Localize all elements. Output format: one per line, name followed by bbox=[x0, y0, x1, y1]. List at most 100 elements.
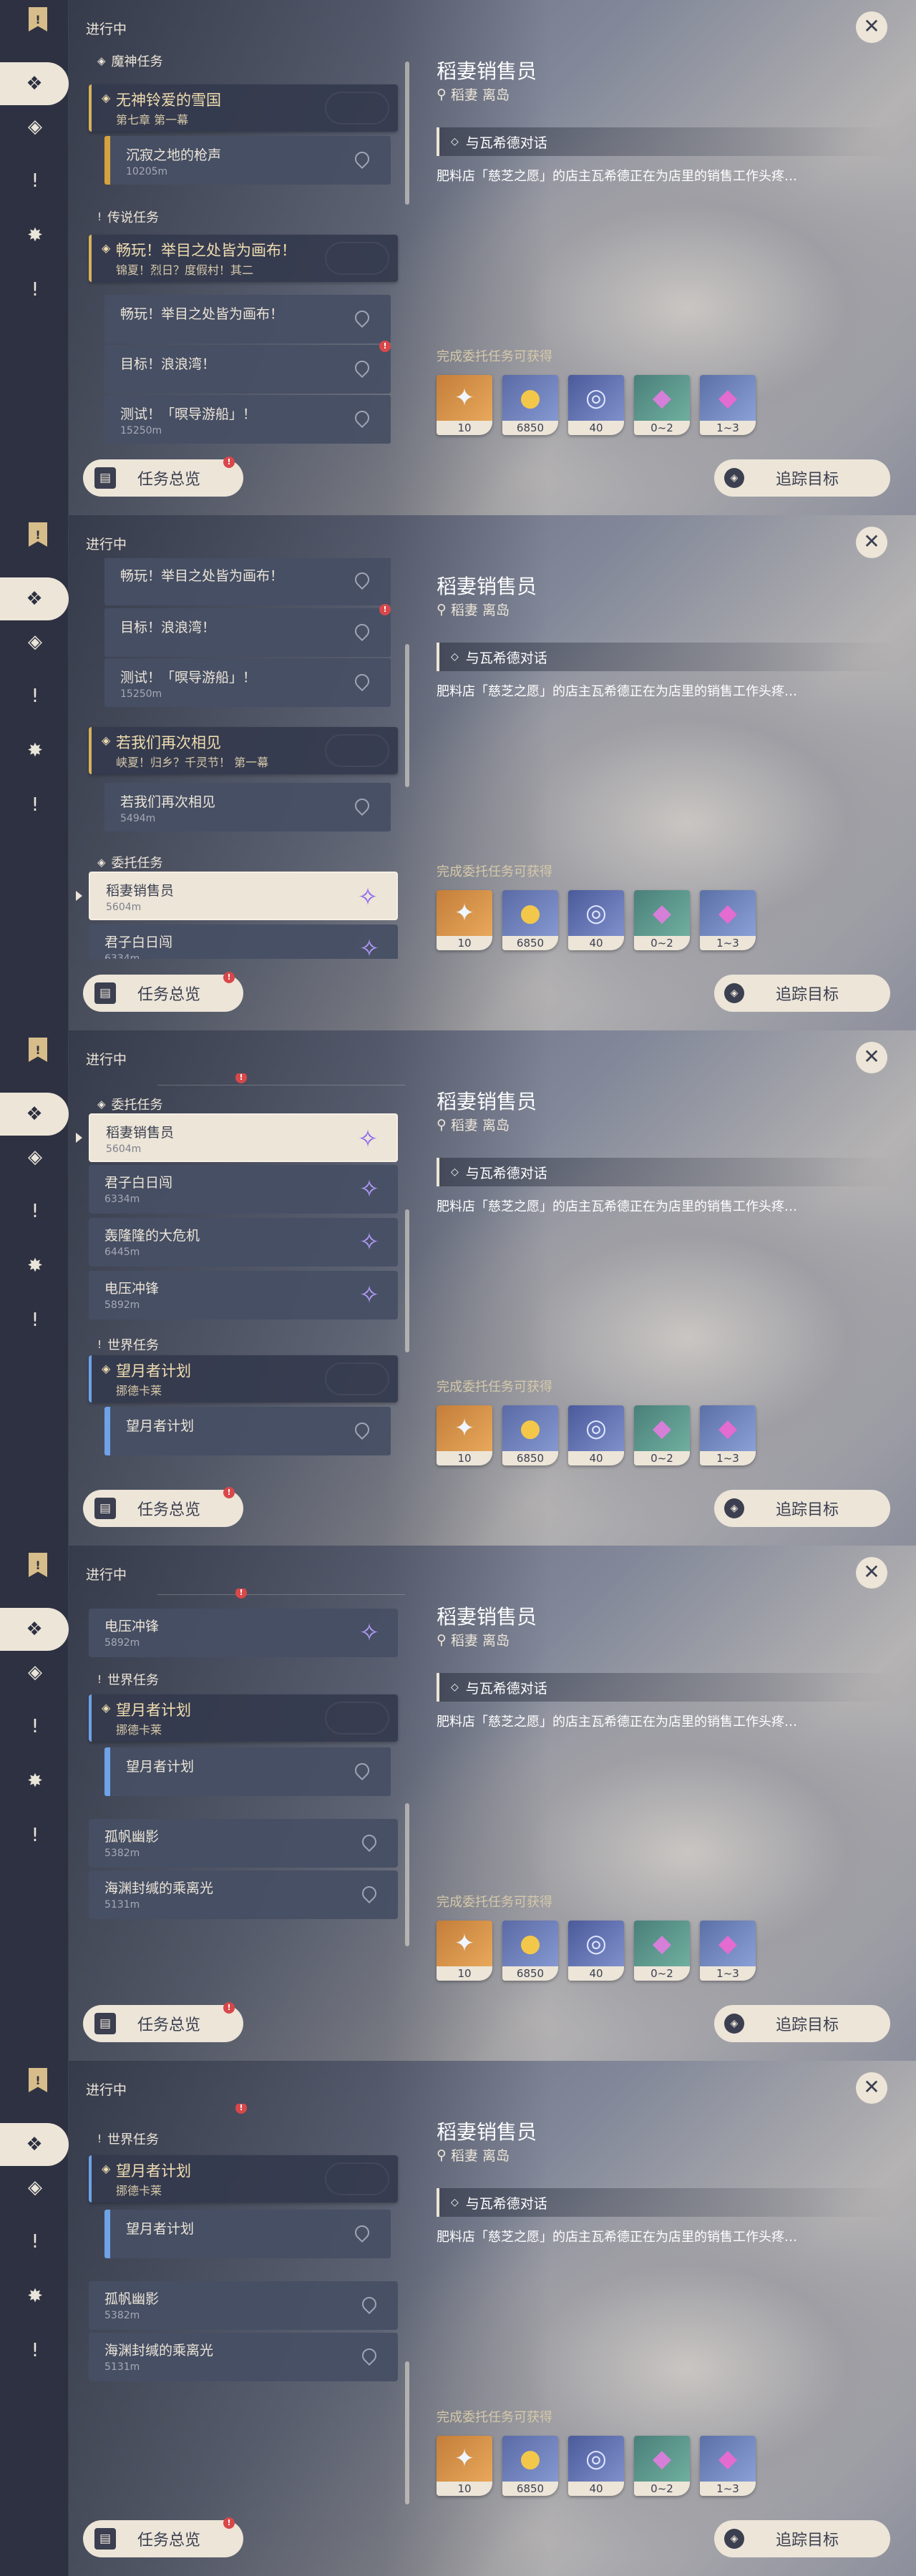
close-button[interactable]: ✕ bbox=[856, 2072, 887, 2104]
commission-comm1[interactable]: 稻妻销售员 5604m ✧ bbox=[89, 872, 398, 920]
quest-world_main[interactable]: ◈ 望月者计划 挪德卡莱 bbox=[89, 1694, 398, 1742]
reward-item[interactable]: ✦ 10 bbox=[437, 1405, 492, 1465]
rail-tab-2[interactable]: ! bbox=[17, 1709, 53, 1745]
quest-step-world_step[interactable]: 望月者计划 bbox=[104, 2210, 391, 2258]
rail-tab-1[interactable]: ◈ bbox=[17, 1654, 53, 1690]
rail-tab-4[interactable]: ! bbox=[17, 787, 53, 823]
rail-tab-2[interactable]: ! bbox=[17, 2224, 53, 2260]
reward-item[interactable]: ● 6850 bbox=[502, 890, 558, 950]
reward-item[interactable]: ✦ 10 bbox=[437, 2436, 492, 2496]
reward-item[interactable]: ◎ 40 bbox=[568, 2436, 624, 2496]
commission-comm2[interactable]: 君子白日闯 6334m ✧ bbox=[89, 1165, 398, 1214]
rail-tab-2[interactable]: ! bbox=[17, 1194, 53, 1229]
rail-tab-3[interactable]: ✸ bbox=[17, 733, 53, 769]
world-quest-world3[interactable]: 海渊封缄的乘离光 5131m bbox=[89, 1870, 398, 1919]
reward-item[interactable]: ◆ 0~2 bbox=[634, 375, 690, 435]
world-quest-world2[interactable]: 孤帆幽影 5382m bbox=[89, 1819, 398, 1868]
quest-archon_main[interactable]: ◈ 无神铃爱的雪国 第七章 第一幕 bbox=[89, 84, 398, 132]
rail-tab-3[interactable]: ✸ bbox=[17, 218, 53, 253]
quest-step-world_step[interactable]: 望月者计划 bbox=[104, 1747, 391, 1796]
reward-item[interactable]: ◆ 0~2 bbox=[634, 2436, 690, 2496]
track-button[interactable]: ◈ 追踪目标 bbox=[714, 2005, 890, 2042]
reward-item[interactable]: ◆ 1~3 bbox=[700, 2436, 756, 2496]
commission-comm3[interactable]: 轰隆隆的大危机 6445m ✧ bbox=[89, 1218, 398, 1267]
quest-step-legend1_step1[interactable]: 畅玩！举目之处皆为画布！ bbox=[104, 558, 391, 605]
rail-tab-4[interactable]: ! bbox=[17, 1818, 53, 1853]
quest-step-world_step[interactable]: 望月者计划 bbox=[104, 1407, 391, 1455]
quest-step-legend1_step3[interactable]: 测试！「暝导游船」！ 15250m bbox=[104, 658, 391, 707]
rail-tab-1[interactable]: ◈ bbox=[17, 109, 53, 145]
rail-tab-3[interactable]: ✸ bbox=[17, 1248, 53, 1284]
reward-item[interactable]: ◎ 40 bbox=[568, 890, 624, 950]
reward-item[interactable]: ● 6850 bbox=[502, 375, 558, 435]
quest-overview-button[interactable]: ▤ 任务总览 ! bbox=[83, 2002, 243, 2042]
reward-item[interactable]: ✦ 10 bbox=[437, 890, 492, 950]
quest-overview-button[interactable]: ▤ 任务总览 ! bbox=[83, 457, 243, 497]
world-quest-world2[interactable]: 孤帆幽影 5382m bbox=[89, 2281, 398, 2330]
quest-list[interactable]: ! ◈ 委托任务 稻妻销售员 5604m ✧ 君子白日闯 6334m ✧ 轰隆隆的… bbox=[69, 1073, 405, 1474]
track-button[interactable]: ◈ 追踪目标 bbox=[714, 1490, 890, 1527]
quest-list[interactable]: 畅玩！举目之处皆为画布！ 目标！浪浪湾！ ! 测试！「暝导游船」！ 15250m… bbox=[69, 558, 405, 959]
reward-item[interactable]: ◆ 1~3 bbox=[700, 890, 756, 950]
rail-tab-2[interactable]: ! bbox=[17, 163, 53, 199]
rail-tab-2[interactable]: ! bbox=[17, 678, 53, 714]
close-button[interactable]: ✕ bbox=[856, 1557, 887, 1589]
list-scrollbar[interactable] bbox=[405, 644, 409, 787]
list-scrollbar[interactable] bbox=[405, 1803, 409, 1946]
quest-step-legend1_step3[interactable]: 测试！「暝导游船」！ 15250m bbox=[104, 395, 391, 444]
reward-item[interactable]: ◎ 40 bbox=[568, 1921, 624, 1981]
reward-item[interactable]: ● 6850 bbox=[502, 1921, 558, 1981]
quest-legend1_main[interactable]: ◈ 畅玩！举目之处皆为画布！ 锦夏！烈日？度假村！其二 bbox=[89, 235, 398, 282]
reward-item[interactable]: ◆ 0~2 bbox=[634, 1921, 690, 1981]
reward-item[interactable]: ● 6850 bbox=[502, 2436, 558, 2496]
rail-tab-0[interactable]: ❖ bbox=[0, 1608, 69, 1651]
rail-tab-3[interactable]: ✸ bbox=[17, 1763, 53, 1799]
world-quest-world3[interactable]: 海渊封缄的乘离光 5131m bbox=[89, 2333, 398, 2381]
quest-world_main[interactable]: ◈ 望月者计划 挪德卡莱 bbox=[89, 2155, 398, 2202]
reward-item[interactable]: ◆ 1~3 bbox=[700, 375, 756, 435]
reward-item[interactable]: ◆ 1~3 bbox=[700, 1405, 756, 1465]
list-scrollbar[interactable] bbox=[405, 62, 409, 205]
quest-step-legend1_step1[interactable]: 畅玩！举目之处皆为画布！ bbox=[104, 295, 391, 343]
reward-item[interactable]: ◆ 0~2 bbox=[634, 1405, 690, 1465]
list-scrollbar[interactable] bbox=[405, 2361, 409, 2504]
rail-tab-1[interactable]: ◈ bbox=[17, 1139, 53, 1175]
quest-world_main[interactable]: ◈ 望月者计划 挪德卡莱 bbox=[89, 1355, 398, 1402]
rail-tab-0[interactable]: ❖ bbox=[0, 2123, 69, 2166]
reward-item[interactable]: ✦ 10 bbox=[437, 375, 492, 435]
track-button[interactable]: ◈ 追踪目标 bbox=[714, 459, 890, 497]
reward-item[interactable]: ◆ 1~3 bbox=[700, 1921, 756, 1981]
track-button[interactable]: ◈ 追踪目标 bbox=[714, 975, 890, 1012]
rail-tab-0[interactable]: ❖ bbox=[0, 577, 69, 620]
rail-tab-1[interactable]: ◈ bbox=[17, 624, 53, 660]
quest-legend2_main[interactable]: ◈ 若我们再次相见 峡夏！归乡？千灵节！ 第一幕 bbox=[89, 727, 398, 774]
quest-step-legend1_step2[interactable]: 目标！浪浪湾！ ! bbox=[104, 341, 391, 394]
commission-comm4[interactable]: 电压冲锋 5892m ✧ bbox=[89, 1271, 398, 1319]
commission-comm4[interactable]: 电压冲锋 5892m ✧ bbox=[89, 1609, 398, 1657]
reward-item[interactable]: ◆ 0~2 bbox=[634, 890, 690, 950]
rail-tab-1[interactable]: ◈ bbox=[17, 2170, 53, 2205]
rail-tab-4[interactable]: ! bbox=[17, 1302, 53, 1338]
close-button[interactable]: ✕ bbox=[856, 1042, 887, 1073]
quest-step-legend1_step2[interactable]: 目标！浪浪湾！ ! bbox=[104, 604, 391, 657]
rail-tab-4[interactable]: ! bbox=[17, 272, 53, 308]
quest-overview-button[interactable]: ▤ 任务总览 ! bbox=[83, 972, 243, 1012]
rail-tab-0[interactable]: ❖ bbox=[0, 1093, 69, 1136]
rail-tab-4[interactable]: ! bbox=[17, 2333, 53, 2368]
rail-tab-3[interactable]: ✸ bbox=[17, 2278, 53, 2314]
commission-comm2[interactable]: 君子白日闯 6334m ✧ bbox=[89, 924, 398, 959]
quest-list[interactable]: ◈ 魔神任务 ◈ 无神铃爱的雪国 第七章 第一幕 沉寂之地的枪声 10205m !… bbox=[69, 43, 405, 444]
close-button[interactable]: ✕ bbox=[856, 11, 887, 43]
quest-overview-button[interactable]: ▤ 任务总览 ! bbox=[83, 2517, 243, 2557]
quest-overview-button[interactable]: ▤ 任务总览 ! bbox=[83, 1487, 243, 1527]
list-scrollbar[interactable] bbox=[405, 1209, 409, 1352]
reward-item[interactable]: ✦ 10 bbox=[437, 1921, 492, 1981]
track-button[interactable]: ◈ 追踪目标 bbox=[714, 2520, 890, 2557]
quest-list[interactable]: ! 电压冲锋 5892m ✧ ! 世界任务 ◈ 望月者计划 挪德卡莱 望月者计划 … bbox=[69, 1589, 405, 1989]
quest-step-archon_step[interactable]: 沉寂之地的枪声 10205m bbox=[104, 136, 391, 185]
reward-item[interactable]: ◎ 40 bbox=[568, 375, 624, 435]
quest-list[interactable]: ! ! 世界任务 ◈ 望月者计划 挪德卡莱 望月者计划 孤帆幽影 5382m 海渊… bbox=[69, 2104, 405, 2504]
commission-comm1[interactable]: 稻妻销售员 5604m ✧ bbox=[89, 1113, 398, 1162]
close-button[interactable]: ✕ bbox=[856, 527, 887, 558]
reward-item[interactable]: ● 6850 bbox=[502, 1405, 558, 1465]
